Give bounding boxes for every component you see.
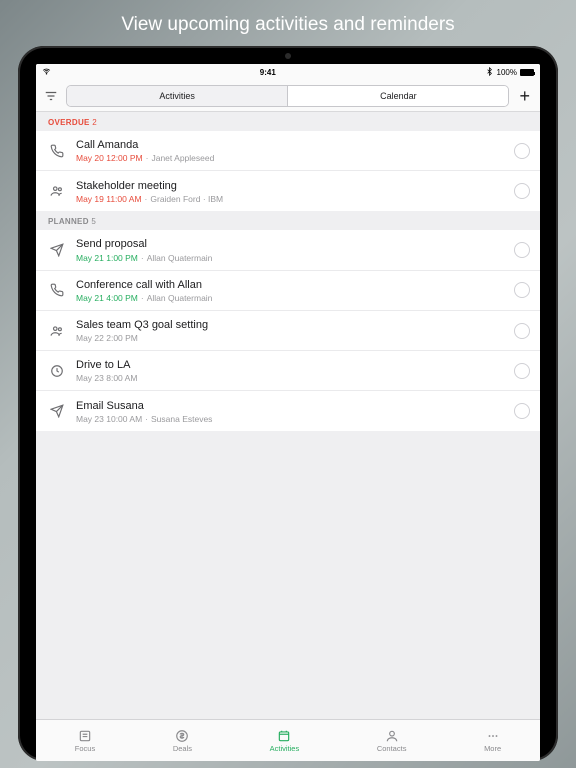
activity-body: Call AmandaMay 20 12:00 PM·Janet Applese… — [76, 138, 504, 163]
battery-percent: 100% — [497, 68, 517, 77]
activity-row[interactable]: Sales team Q3 goal settingMay 22 2:00 PM — [36, 311, 540, 351]
activity-body: Conference call with AllanMay 21 4:00 PM… — [76, 278, 504, 303]
activity-subtitle: May 23 10:00 AM·Susana Esteves — [76, 414, 504, 424]
phone-icon — [48, 283, 66, 297]
section-count: 2 — [92, 118, 97, 127]
activity-subtitle: May 19 11:00 AM·Graiden Ford · IBM — [76, 194, 504, 204]
send-icon — [48, 243, 66, 257]
activity-title: Email Susana — [76, 399, 504, 413]
tab-more[interactable]: More — [484, 729, 501, 753]
activity-subtitle: May 22 2:00 PM — [76, 333, 504, 343]
tab-contacts[interactable]: Contacts — [377, 729, 407, 753]
tab-label: More — [484, 744, 501, 753]
tab-activities[interactable]: Activities — [270, 729, 300, 753]
clock-icon — [48, 364, 66, 378]
section-label: PLANNED — [48, 217, 89, 226]
bluetooth-icon — [485, 67, 494, 78]
activity-subtitle: May 21 1:00 PM·Allan Quatermain — [76, 253, 504, 263]
activity-body: Drive to LAMay 23 8:00 AM — [76, 358, 504, 383]
activity-title: Sales team Q3 goal setting — [76, 318, 504, 332]
activities-icon — [277, 729, 291, 743]
promo-title: View upcoming activities and reminders — [121, 0, 454, 46]
activity-row[interactable]: Stakeholder meetingMay 19 11:00 AM·Graid… — [36, 171, 540, 211]
activity-row[interactable]: Send proposal May 21 1:00 PM·Allan Quater… — [36, 230, 540, 270]
complete-toggle[interactable] — [514, 143, 530, 159]
section-label: OVERDUE — [48, 118, 90, 127]
tab-label: Deals — [173, 744, 192, 753]
tab-bar: Focus Deals Activities Contacts More — [36, 719, 540, 761]
activity-row[interactable]: Drive to LAMay 23 8:00 AM — [36, 351, 540, 391]
activity-body: Stakeholder meetingMay 19 11:00 AM·Graid… — [76, 179, 504, 204]
complete-toggle[interactable] — [514, 242, 530, 258]
view-segmented-control: Activities Calendar — [66, 85, 509, 107]
activity-row[interactable]: Call AmandaMay 20 12:00 PM·Janet Applese… — [36, 131, 540, 171]
complete-toggle[interactable] — [514, 183, 530, 199]
activity-subtitle: May 23 8:00 AM — [76, 373, 504, 383]
screen: 9:41 100% Activities Calendar + OV — [36, 64, 540, 761]
segment-calendar[interactable]: Calendar — [287, 86, 508, 106]
tab-label: Activities — [270, 744, 300, 753]
complete-toggle[interactable] — [514, 403, 530, 419]
send-icon — [48, 404, 66, 418]
activity-title: Send proposal — [76, 237, 504, 251]
activity-row[interactable]: Email SusanaMay 23 10:00 AM·Susana Estev… — [36, 391, 540, 431]
section-header-planned: PLANNED 5 — [36, 211, 540, 230]
section-count: 5 — [91, 217, 96, 226]
segment-activities[interactable]: Activities — [67, 86, 287, 106]
camera-dot — [285, 53, 291, 59]
activity-title: Drive to LA — [76, 358, 504, 372]
complete-toggle[interactable] — [514, 282, 530, 298]
deals-icon — [175, 729, 189, 743]
tab-label: Focus — [75, 744, 95, 753]
tab-focus[interactable]: Focus — [75, 729, 95, 753]
filter-icon[interactable] — [44, 89, 58, 103]
activity-row[interactable]: Conference call with AllanMay 21 4:00 PM… — [36, 271, 540, 311]
complete-toggle[interactable] — [514, 323, 530, 339]
activity-title: Stakeholder meeting — [76, 179, 504, 193]
tab-label: Contacts — [377, 744, 407, 753]
complete-toggle[interactable] — [514, 363, 530, 379]
activity-subtitle: May 20 12:00 PM·Janet Appleseed — [76, 153, 504, 163]
phone-icon — [48, 144, 66, 158]
status-time: 9:41 — [260, 68, 276, 77]
activity-title: Conference call with Allan — [76, 278, 504, 292]
activity-list: OVERDUE 2 Call AmandaMay 20 12:00 PM·Jan… — [36, 112, 540, 719]
tablet-frame: 9:41 100% Activities Calendar + OV — [18, 46, 558, 761]
tab-deals[interactable]: Deals — [173, 729, 192, 753]
activity-title: Call Amanda — [76, 138, 504, 152]
more-icon — [486, 729, 500, 743]
people-icon — [48, 184, 66, 198]
activity-subtitle: May 21 4:00 PM·Allan Quatermain — [76, 293, 504, 303]
battery-icon — [520, 69, 534, 76]
section-header-overdue: OVERDUE 2 — [36, 112, 540, 131]
people-icon — [48, 324, 66, 338]
contacts-icon — [385, 729, 399, 743]
activity-body: Send proposal May 21 1:00 PM·Allan Quater… — [76, 237, 504, 262]
status-bar: 9:41 100% — [36, 64, 540, 80]
activity-body: Email SusanaMay 23 10:00 AM·Susana Estev… — [76, 399, 504, 424]
toolbar: Activities Calendar + — [36, 80, 540, 112]
add-button[interactable]: + — [517, 87, 532, 105]
focus-icon — [78, 729, 92, 743]
wifi-icon — [42, 67, 51, 78]
activity-body: Sales team Q3 goal settingMay 22 2:00 PM — [76, 318, 504, 343]
